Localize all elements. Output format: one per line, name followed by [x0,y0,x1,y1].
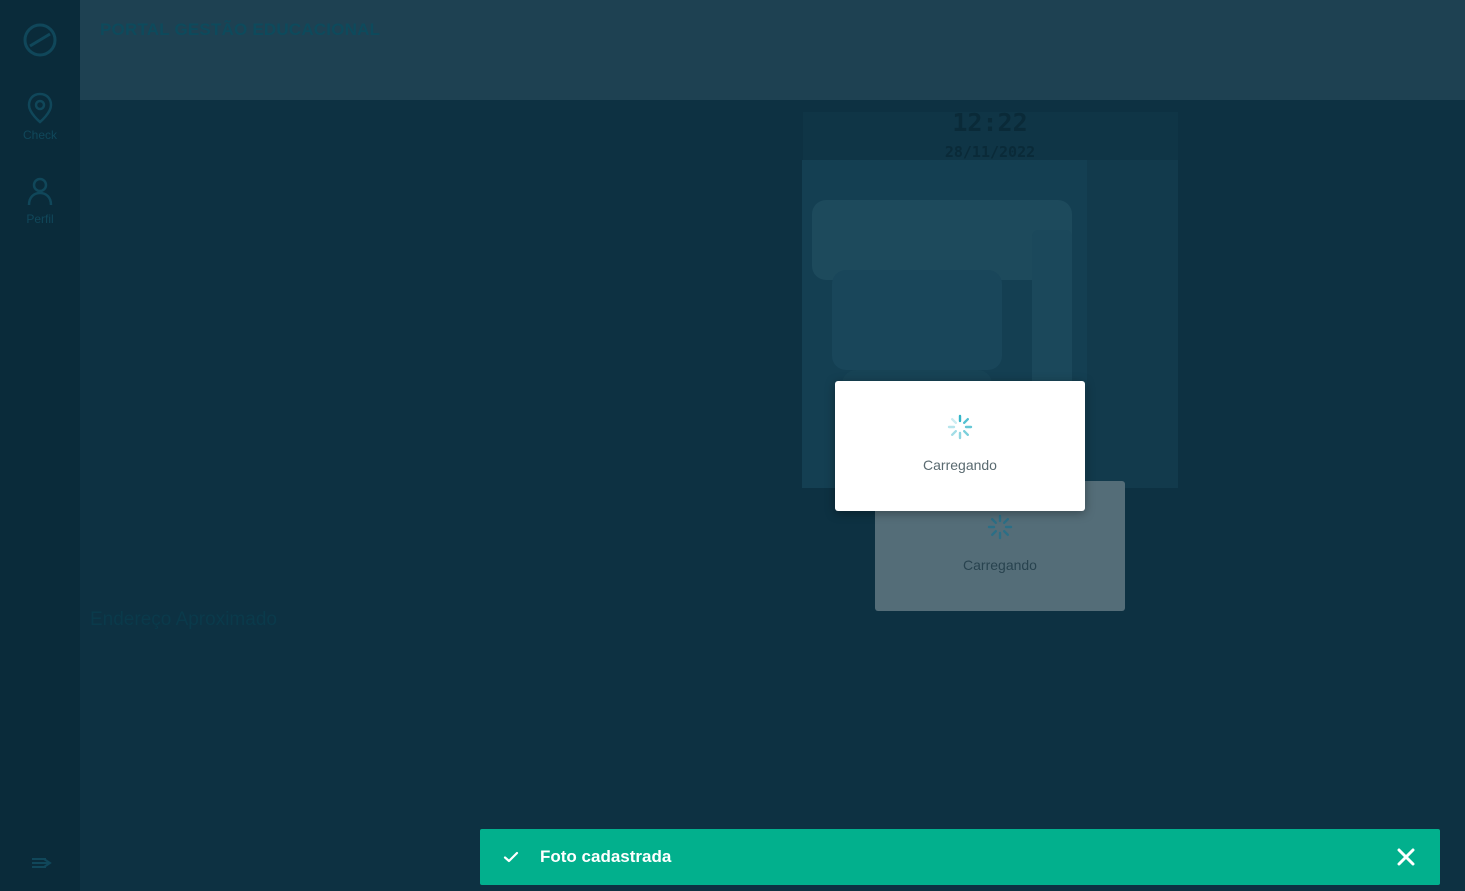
top-header: PORTAL GESTÃO EDUCACIONAL [80,0,1465,100]
loading-dialog: Carregando [835,381,1085,511]
loading-text: Carregando [963,557,1037,573]
page-title: PORTAL GESTÃO EDUCACIONAL [100,20,381,39]
sidebar-item-label: Check [22,128,57,142]
menu-collapse-icon[interactable] [30,853,52,873]
sidebar-item-check[interactable]: Check [0,92,80,142]
sidebar-item-perfil[interactable]: Perfil [0,176,80,226]
close-icon[interactable] [1396,847,1416,867]
spinner-icon [947,414,973,440]
sidebar-item-label: Perfil [26,212,54,226]
user-icon [0,176,80,208]
app-root: Check Perfil PORTAL GESTÃO EDUCACIONAL 1… [0,0,1465,891]
clock-date: 28/11/2022 [944,143,1036,161]
loading-text: Carregando [923,457,997,473]
success-toast: Foto cadastrada [480,829,1440,885]
sidebar: Check Perfil [0,0,80,891]
address-label: Endereço Aproximado [90,609,277,630]
spinner-icon [987,514,1013,540]
map-pin-icon [0,92,80,124]
toast-message: Foto cadastrada [540,847,672,866]
check-icon [502,848,520,866]
logo-icon [22,22,58,58]
clock-time: 12:22 [952,108,1028,137]
